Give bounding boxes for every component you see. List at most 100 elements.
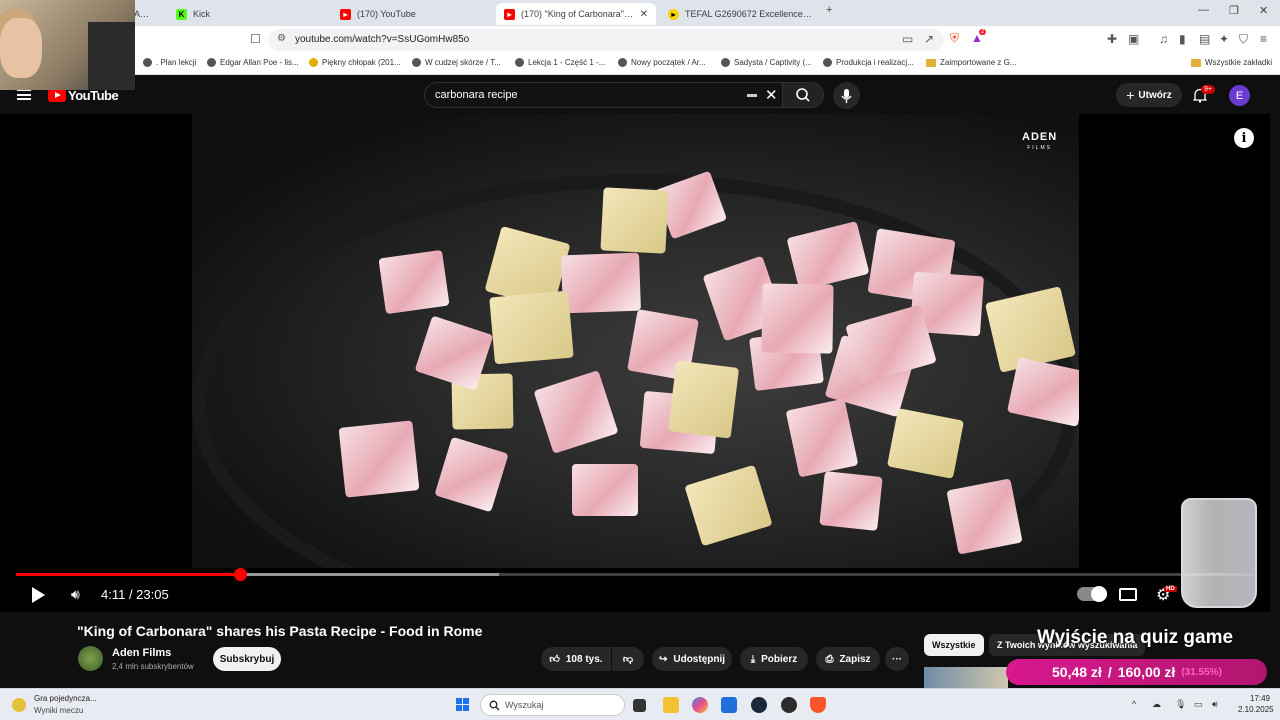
progress-bar[interactable] [16,568,1254,581]
keyboard-icon[interactable]: ▬ [747,89,757,100]
search-button[interactable] [782,82,824,108]
tab-carbonara-video[interactable]: ▸ (170) "King of Carbonara" shares ✕ [496,3,656,25]
tab-kick[interactable]: K Kick [168,3,328,25]
cast-icon[interactable]: ▭ [902,32,913,46]
create-label: Utwórz [1138,89,1172,101]
taskbar-search-input[interactable]: Wyszukaj [480,694,625,716]
share-icon: ↪ [658,653,668,665]
pancetta-cube [761,283,834,354]
bookmark-label: Sadysta / Captivity (... [734,58,812,67]
screenshot-icon[interactable]: ▣ [1128,32,1139,46]
video-frame[interactable] [192,114,1079,568]
url-field[interactable]: ⚙ youtube.com/watch?v=SsUGomHw85o [268,29,944,51]
close-window-button[interactable]: ✕ [1259,4,1268,17]
youtube-logo-icon[interactable] [48,89,66,102]
channel-name[interactable]: Aden Films [112,647,171,659]
widget-title[interactable]: Gra pojedyncza... [34,694,97,703]
sidebar-icon[interactable]: ▮ [1179,32,1186,46]
save-button[interactable]: ⎙ Zapisz [816,647,880,671]
voice-search-button[interactable] [833,82,860,109]
bookmark-star-icon[interactable]: ☐ [250,32,261,46]
chip-all[interactable]: Wszystkie [924,634,984,656]
pancetta-cube [667,360,740,439]
bookmark-item[interactable]: Edgar Allan Poe - lis... [207,58,299,67]
globe-icon [618,58,627,67]
play-icon[interactable] [32,587,45,603]
hamburger-menu-icon[interactable] [17,89,31,100]
new-tab-button[interactable]: + [826,4,832,16]
minimize-button[interactable]: — [1198,4,1209,16]
windows-start-icon[interactable] [456,698,470,712]
info-icon[interactable]: i [1234,128,1254,148]
file-explorer-icon[interactable] [663,697,679,713]
subtitles-icon[interactable] [1119,588,1137,601]
scrubber-handle[interactable] [234,568,248,581]
subscriber-count: 2,4 mln subskrybentów [112,662,194,671]
download-button[interactable]: ⤓ Pobierz [740,647,808,671]
glass-overlay-image [1181,498,1257,608]
brave-shield-icon[interactable]: ⛨ [950,31,959,46]
microphone-icon[interactable]: 🎙︎ [1175,699,1186,710]
share-label: Udostępnij [673,653,726,665]
all-bookmarks-folder[interactable]: Wszystkie zakładki [1191,58,1272,67]
store-icon[interactable] [721,697,737,713]
bookmark-item[interactable]: Nowy początek / Ar... [618,58,706,67]
vpn-icon[interactable]: ⛉ [1239,32,1248,47]
wallet-icon[interactable]: ▤ [1199,32,1210,46]
tab-youtube[interactable]: ▸ (170) YouTube [332,3,492,25]
goal-percent: (31.55%) [1181,666,1222,678]
app-icon[interactable] [781,697,797,713]
share-page-icon[interactable]: ↗ [924,32,934,46]
tab-tefal[interactable]: ▸ TEFAL G2690672 Excellence 28 cm E [660,3,820,25]
bookmark-item[interactable]: . Plan lekcji [143,58,196,67]
subscribe-button[interactable]: Subskrybuj [213,647,281,671]
recommended-thumbnail[interactable] [924,667,1008,689]
mic-icon [841,89,852,103]
clear-search-icon[interactable]: ✕ [765,86,778,104]
youtube-logo-text[interactable]: YouTube [68,88,119,103]
bookmark-item[interactable]: Produkcja i realizacj... [823,58,914,67]
menu-icon[interactable]: ≡ [1260,32,1267,46]
bookmark-folder[interactable]: Zaimportowane z G... [926,58,1016,67]
tab-label: TEFAL G2690672 Excellence 28 cm E [685,9,812,19]
leo-ai-icon[interactable]: ✦ [1219,32,1229,46]
bookmark-item[interactable]: Sadysta / Captivity (... [721,58,812,67]
bookmark-item[interactable]: Lekcja 1 - Część 1 -... [515,58,605,67]
autoplay-toggle[interactable] [1077,586,1107,602]
game-widget-icon[interactable] [12,698,26,712]
bookmark-item[interactable]: Piękny chłopak (201... [309,58,401,67]
bookmark-item[interactable]: W cudzej skórze / T... [412,58,501,67]
video-player[interactable] [0,114,1270,612]
clock[interactable]: 17:49 2.10.2025 [1238,693,1274,715]
webcam-background [88,22,135,90]
brave-browser-icon[interactable] [810,697,826,713]
close-tab-icon[interactable]: ✕ [640,9,648,20]
tray-chevron-icon[interactable]: ^ [1132,699,1136,709]
task-view-icon[interactable] [633,699,646,712]
maximize-button[interactable]: ❐ [1229,4,1239,17]
share-button[interactable]: ↪ Udostępnij [652,647,732,671]
volume-icon[interactable]: 🔊︎ [71,586,80,603]
account-avatar[interactable]: E [1229,85,1250,106]
speaker-icon[interactable]: 🔊︎ [1212,699,1218,710]
bookmark-label: W cudzej skórze / T... [425,58,501,67]
media-icon[interactable]: ♫ [1159,32,1168,46]
search-input[interactable]: carbonara recipe ▬ ✕ [424,82,784,108]
create-button[interactable]: + Utwórz [1116,83,1182,107]
globe-icon [721,58,730,67]
extensions-icon[interactable]: ✚ [1107,32,1117,46]
network-icon[interactable]: ▭ [1194,699,1203,710]
dislike-button[interactable]: 👎︎ [612,647,644,671]
pancetta-cube [886,408,965,479]
channel-avatar[interactable] [78,646,103,671]
onedrive-icon[interactable]: ☁ [1152,699,1161,710]
copilot-icon[interactable] [692,697,708,713]
steam-icon[interactable] [751,697,767,713]
like-button[interactable]: 👍︎ 108 tys. [541,647,611,671]
bookmark-icon: ⎙ [825,653,834,665]
shop-icon: ▸ [668,8,679,20]
site-info-icon[interactable]: ⚙ [277,33,286,44]
more-actions-button[interactable]: ··· [885,647,909,671]
youtube-icon: ▸ [340,8,351,20]
goal-current: 50,48 zł [1052,664,1102,680]
